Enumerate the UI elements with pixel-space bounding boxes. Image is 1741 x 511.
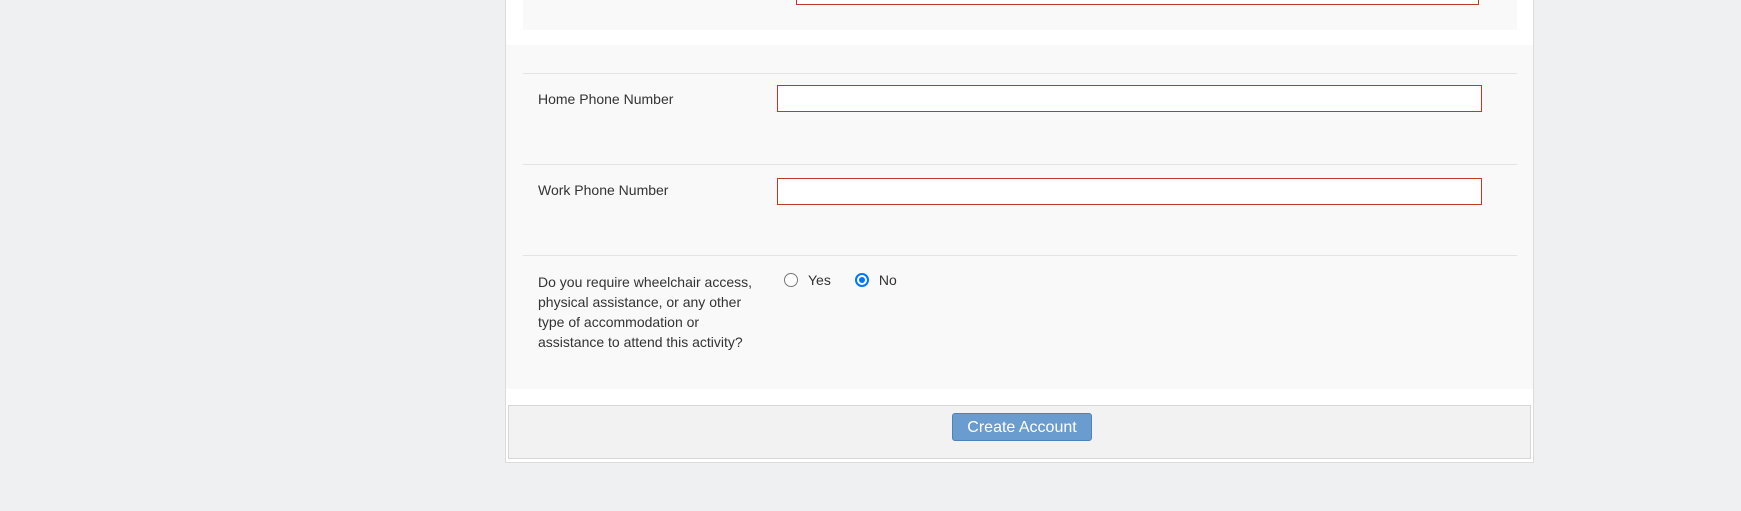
registration-form-card: Home Phone Number Work Phone Number Do y… [505,0,1534,463]
accommodation-option-yes[interactable]: Yes [784,272,831,288]
yes-label: Yes [808,272,831,288]
accommodation-row: Do you require wheelchair access, physic… [523,255,1517,389]
previous-field-input[interactable] [796,0,1479,5]
accommodation-question: Do you require wheelchair access, physic… [538,274,752,350]
work-phone-row: Work Phone Number [523,164,1517,256]
accommodation-option-no[interactable]: No [854,272,897,288]
home-phone-row: Home Phone Number [523,73,1517,156]
no-label: No [878,272,897,288]
page: Home Phone Number Work Phone Number Do y… [0,0,1741,511]
previous-form-section [523,0,1517,30]
work-phone-label: Work Phone Number [538,182,669,198]
work-phone-input[interactable] [777,178,1482,205]
home-phone-input[interactable] [777,85,1482,112]
no-radio[interactable] [854,273,869,287]
yes-radio[interactable] [784,273,798,287]
form-footer: Create Account [508,405,1531,459]
accommodation-radio-group: Yes No [784,272,921,288]
create-account-button[interactable]: Create Account [952,413,1092,441]
contact-info-section: Home Phone Number Work Phone Number Do y… [506,45,1533,389]
home-phone-label: Home Phone Number [538,91,674,107]
